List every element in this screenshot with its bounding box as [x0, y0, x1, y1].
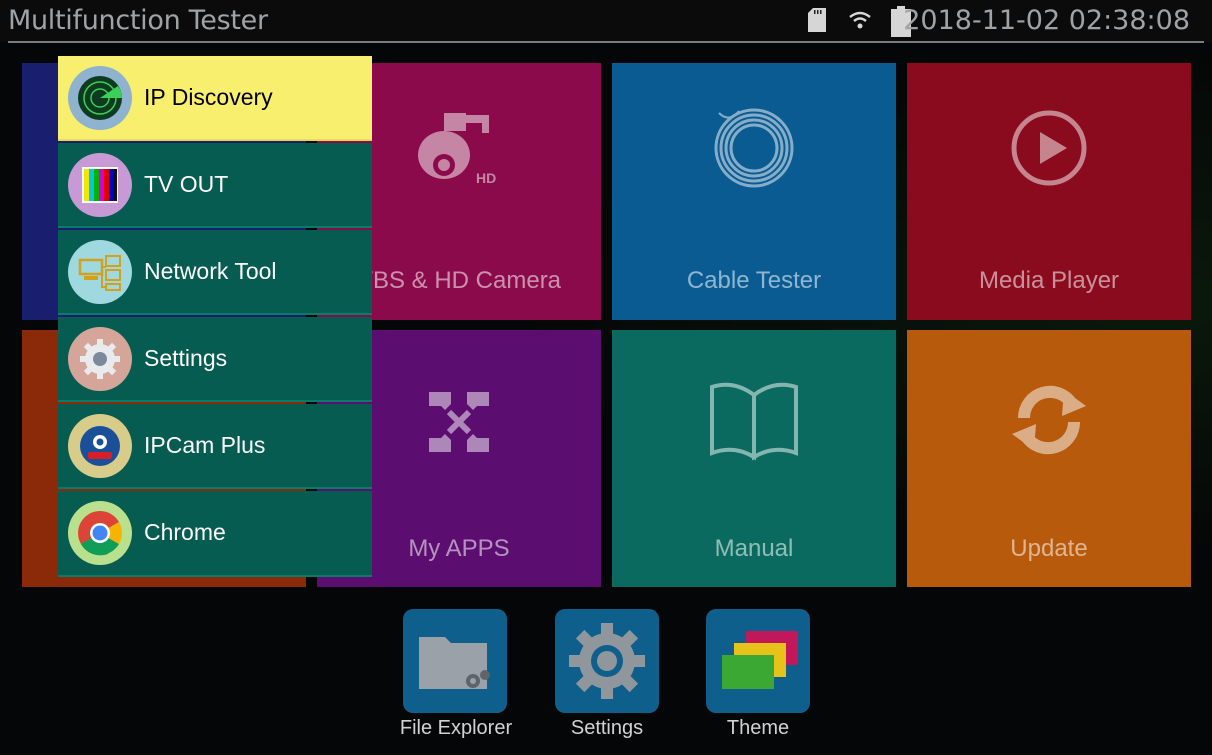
abus-camera-icon [68, 414, 132, 478]
menu-item-label: Network Tool [144, 258, 277, 284]
apps-icon [419, 382, 499, 467]
menu-item-label: TV OUT [144, 171, 229, 197]
svg-text:HD: HD [476, 170, 496, 186]
sd-card-icon [808, 8, 826, 37]
menu-item-chrome[interactable]: Chrome [58, 491, 372, 577]
ptz-camera-icon: HD [414, 103, 504, 198]
status-clock: 2018-11-02 02:38:08 [903, 5, 1190, 36]
menu-item-tv-out[interactable]: TV OUT [58, 143, 372, 228]
status-bar: Multifunction Tester 2018-11-02 02:38:08 [0, 0, 1212, 42]
gear-icon [565, 619, 649, 708]
tile-label: Update [1010, 535, 1088, 562]
tile-label: Media Player [978, 267, 1120, 294]
book-icon [704, 375, 804, 470]
radar-icon [68, 66, 132, 130]
menu-item-label: Settings [144, 345, 228, 371]
tile-media-player[interactable]: Media Player [907, 63, 1191, 320]
gear-icon [68, 327, 132, 391]
tile-label: Cable Tester [686, 267, 822, 294]
app-title: Multifunction Tester [8, 5, 268, 36]
menu-item-label: Chrome [144, 519, 226, 545]
theme-cards-icon [716, 627, 802, 702]
file-explorer-button[interactable] [403, 609, 507, 713]
tile-cable-tester[interactable]: Cable Tester [612, 63, 896, 320]
settings-dock-button[interactable] [555, 609, 659, 713]
menu-item-label: IPCam Plus [144, 432, 266, 458]
tile-update[interactable]: Update [907, 330, 1191, 587]
network-icon [68, 240, 132, 304]
tile-manual[interactable]: Manual [612, 330, 896, 587]
menu-item-ipcam-plus[interactable]: IPCam Plus [58, 404, 372, 489]
wifi-icon [848, 10, 872, 35]
app-switcher-menu: IP Discovery TV OUT Network Tool Setting… [58, 56, 372, 577]
menu-item-settings[interactable]: Settings [58, 317, 372, 402]
play-icon [1009, 108, 1089, 193]
menu-item-network-tool[interactable]: Network Tool [58, 230, 372, 315]
color-bars-icon [68, 153, 132, 217]
status-divider [8, 41, 1204, 43]
file-explorer-label: File Explorer [399, 717, 513, 739]
tile-label: Manual [714, 535, 794, 562]
chrome-icon [68, 501, 132, 565]
refresh-icon [1004, 380, 1094, 465]
theme-label: Theme [726, 717, 790, 739]
settings-dock-label: Settings [570, 717, 644, 739]
folder-gear-icon [415, 627, 495, 702]
menu-item-label: IP Discovery [144, 84, 273, 110]
cable-coil-icon [709, 103, 799, 198]
menu-item-ip-discovery[interactable]: IP Discovery [58, 56, 372, 141]
theme-button[interactable] [706, 609, 810, 713]
